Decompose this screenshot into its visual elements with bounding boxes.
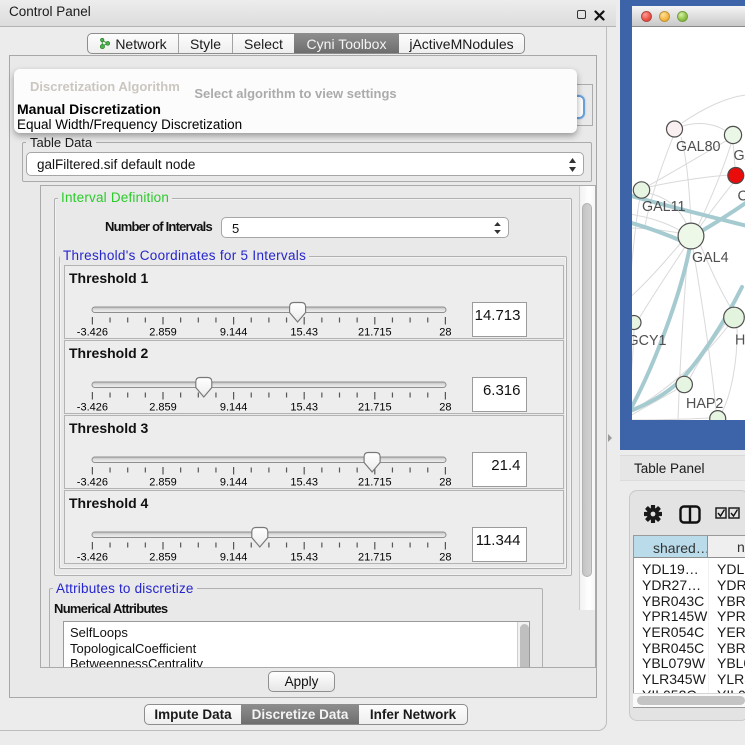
svg-text:GAL4: GAL4 bbox=[692, 250, 729, 266]
svg-text:28: 28 bbox=[439, 402, 451, 414]
svg-text:2.859: 2.859 bbox=[149, 477, 177, 489]
svg-text:GA: GA bbox=[734, 148, 745, 164]
svg-text:2.859: 2.859 bbox=[149, 402, 177, 414]
svg-text:9.144: 9.144 bbox=[220, 402, 248, 414]
svg-text:H: H bbox=[735, 333, 745, 349]
svg-text:GAL80: GAL80 bbox=[676, 139, 721, 155]
svg-text:2.859: 2.859 bbox=[149, 552, 177, 564]
svg-text:-3.426: -3.426 bbox=[77, 477, 108, 489]
svg-text:15.43: 15.43 bbox=[290, 552, 318, 564]
svg-text:15.43: 15.43 bbox=[290, 402, 318, 414]
svg-text:GAL11: GAL11 bbox=[642, 199, 685, 215]
svg-text:28: 28 bbox=[439, 552, 451, 564]
svg-text:-3.426: -3.426 bbox=[77, 402, 108, 414]
svg-text:9.144: 9.144 bbox=[220, 552, 248, 564]
svg-text:GCY1: GCY1 bbox=[632, 333, 666, 349]
svg-text:HAP2: HAP2 bbox=[686, 396, 723, 412]
svg-text:2.859: 2.859 bbox=[149, 327, 177, 339]
svg-text:9.144: 9.144 bbox=[220, 327, 248, 339]
svg-text:15.43: 15.43 bbox=[290, 327, 318, 339]
svg-text:28: 28 bbox=[439, 327, 451, 339]
svg-text:9.144: 9.144 bbox=[220, 477, 248, 489]
svg-text:15.43: 15.43 bbox=[290, 477, 318, 489]
svg-text:21.715: 21.715 bbox=[358, 552, 392, 564]
svg-text:C: C bbox=[738, 189, 745, 205]
svg-text:-3.426: -3.426 bbox=[77, 552, 108, 564]
svg-text:-3.426: -3.426 bbox=[77, 327, 108, 339]
svg-text:21.715: 21.715 bbox=[358, 402, 392, 414]
svg-text:28: 28 bbox=[439, 477, 451, 489]
svg-text:21.715: 21.715 bbox=[358, 477, 392, 489]
svg-text:21.715: 21.715 bbox=[358, 327, 392, 339]
